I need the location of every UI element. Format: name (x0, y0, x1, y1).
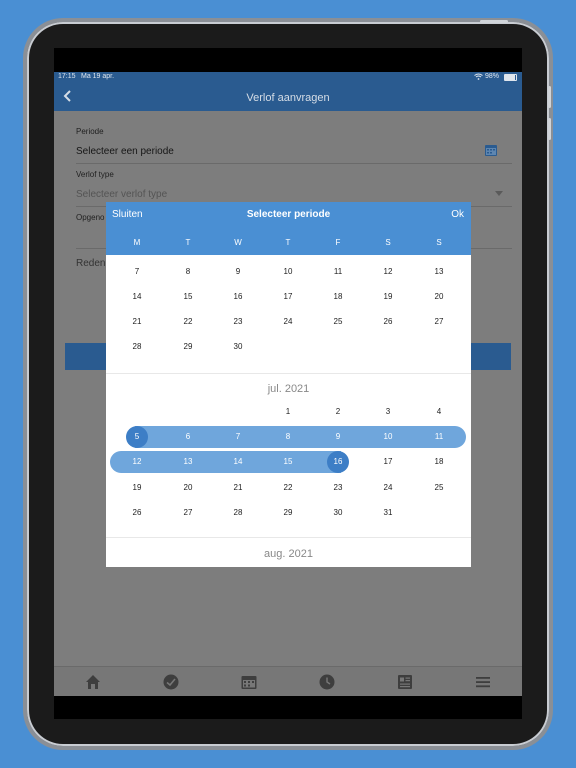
volume-button (548, 118, 551, 140)
news-icon[interactable] (396, 673, 414, 691)
day-cell[interactable]: 26 (125, 508, 149, 517)
day-cell[interactable]: 3 (376, 407, 400, 416)
page-title: Verlof aanvragen (246, 92, 330, 104)
status-bar: 17:15 Ma 19 apr. 98% (54, 72, 522, 84)
battery-icon (504, 74, 517, 81)
day-cell[interactable]: 17 (276, 292, 300, 301)
ok-button[interactable]: Ok (451, 209, 464, 220)
day-cell[interactable]: 10 (276, 267, 300, 276)
day-cell[interactable]: 24 (276, 317, 300, 326)
day-cell[interactable]: 20 (176, 483, 200, 492)
day-cell[interactable]: 15 (176, 292, 200, 301)
month-label-august: aug. 2021 (264, 548, 313, 560)
menu-icon[interactable] (474, 673, 492, 691)
battery-percent: 98% (485, 73, 500, 80)
weekday-header: S (436, 238, 442, 247)
weekday-header: M (133, 238, 141, 247)
volume-button (548, 86, 551, 108)
day-cell[interactable]: 21 (226, 483, 250, 492)
day-cell[interactable]: 29 (276, 508, 300, 517)
day-cell[interactable]: 20 (427, 292, 451, 301)
day-cell[interactable]: 5 (125, 432, 149, 441)
day-cell[interactable]: 11 (427, 432, 451, 441)
day-cell[interactable]: 18 (326, 292, 350, 301)
day-cell[interactable]: 16 (226, 292, 250, 301)
dropdown-icon (495, 191, 503, 196)
day-cell[interactable]: 18 (427, 457, 451, 466)
reden-label: Reden (76, 258, 106, 269)
day-cell[interactable]: 11 (326, 267, 350, 276)
modal-header: Sluiten Selecteer periode Ok MTWTFSS (106, 202, 471, 255)
day-cell[interactable]: 22 (176, 317, 200, 326)
type-label: Verlof type (76, 170, 114, 179)
day-cell[interactable]: 23 (226, 317, 250, 326)
day-cell[interactable]: 23 (326, 483, 350, 492)
day-cell[interactable]: 12 (125, 457, 149, 466)
weekday-header: F (335, 238, 341, 247)
day-cell[interactable]: 13 (427, 267, 451, 276)
opgenomen-label: Opgeno (76, 213, 105, 222)
day-cell[interactable]: 10 (376, 432, 400, 441)
day-cell[interactable]: 2 (326, 407, 350, 416)
day-cell[interactable]: 19 (125, 483, 149, 492)
day-cell[interactable]: 28 (226, 508, 250, 517)
periode-label: Periode (76, 127, 104, 136)
day-cell[interactable]: 1 (276, 407, 300, 416)
type-select[interactable]: Selecteer verlof type (76, 189, 167, 200)
day-cell[interactable]: 7 (226, 432, 250, 441)
day-cell[interactable]: 19 (376, 292, 400, 301)
day-cell[interactable]: 25 (326, 317, 350, 326)
calendar-icon[interactable] (240, 673, 258, 691)
weekday-header: T (185, 238, 191, 247)
day-cell[interactable]: 22 (276, 483, 300, 492)
calendar-icon[interactable] (484, 143, 498, 157)
day-cell[interactable]: 9 (226, 267, 250, 276)
weekday-header: T (285, 238, 291, 247)
divider (76, 163, 512, 164)
periode-field[interactable]: Selecteer een periode (76, 146, 174, 157)
clock-icon[interactable] (318, 673, 336, 691)
day-cell[interactable]: 27 (427, 317, 451, 326)
day-cell[interactable]: 17 (376, 457, 400, 466)
day-cell[interactable]: 21 (125, 317, 149, 326)
tab-bar (54, 666, 522, 696)
day-cell[interactable]: 13 (176, 457, 200, 466)
modal-title: Selecteer periode (246, 209, 331, 220)
day-cell[interactable]: 24 (376, 483, 400, 492)
month-label-july: jul. 2021 (267, 383, 310, 395)
day-cell[interactable]: 29 (176, 342, 200, 351)
day-cell[interactable]: 12 (376, 267, 400, 276)
day-cell[interactable]: 9 (326, 432, 350, 441)
status-date: Ma 19 apr. (81, 73, 115, 80)
day-cell[interactable]: 14 (125, 292, 149, 301)
divider (106, 537, 471, 538)
day-cell[interactable]: 30 (226, 342, 250, 351)
home-icon[interactable] (84, 673, 102, 691)
day-cell[interactable]: 14 (226, 457, 250, 466)
period-picker-modal: Sluiten Selecteer periode Ok MTWTFSS 789… (106, 202, 471, 567)
day-cell[interactable]: 27 (176, 508, 200, 517)
status-time: 17:15 (58, 73, 76, 80)
day-cell[interactable]: 6 (176, 432, 200, 441)
power-button (480, 20, 508, 23)
day-cell[interactable]: 16 (326, 457, 350, 466)
day-cell[interactable]: 26 (376, 317, 400, 326)
weekday-header: S (385, 238, 391, 247)
day-cell[interactable]: 31 (376, 508, 400, 517)
wifi-icon (474, 73, 483, 80)
day-cell[interactable]: 25 (427, 483, 451, 492)
day-cell[interactable]: 28 (125, 342, 149, 351)
day-cell[interactable]: 8 (176, 267, 200, 276)
weekday-header: W (234, 238, 242, 247)
day-cell[interactable]: 30 (326, 508, 350, 517)
day-cell[interactable]: 4 (427, 407, 451, 416)
day-cell[interactable]: 15 (276, 457, 300, 466)
day-cell[interactable]: 8 (276, 432, 300, 441)
divider (106, 373, 471, 374)
check-icon[interactable] (162, 673, 180, 691)
day-cell[interactable]: 7 (125, 267, 149, 276)
